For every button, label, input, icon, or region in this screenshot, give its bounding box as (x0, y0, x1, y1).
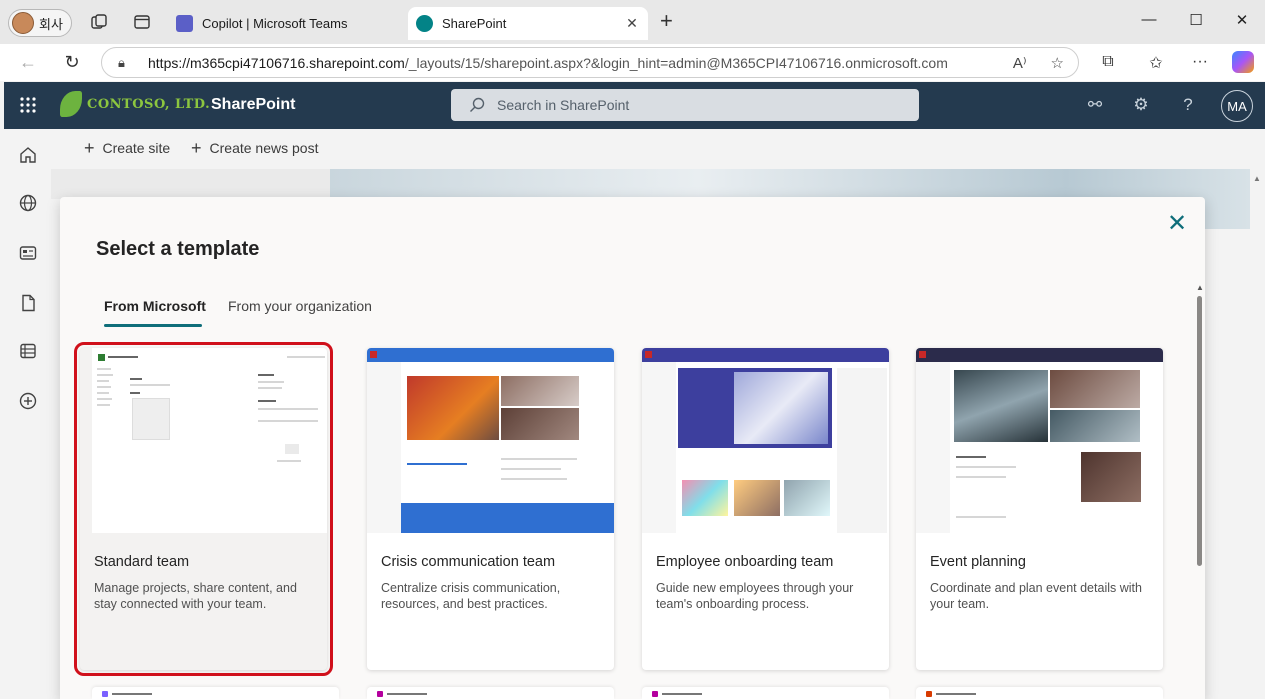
lock-icon: 🔒︎ (118, 54, 125, 70)
teams-icon (176, 15, 193, 32)
url-host: https://m365cpi47106716.sharepoint.com (148, 54, 405, 71)
app-name[interactable]: SharePoint (211, 96, 295, 114)
template-title: Crisis communication team (381, 554, 556, 570)
settings-gear-icon[interactable]: ⚙ (1130, 95, 1152, 115)
template-card-event-planning[interactable]: Event planning Coordinate and plan event… (916, 348, 1163, 670)
home-icon[interactable] (18, 145, 38, 165)
create-news-post-button[interactable]: + Create news post (191, 138, 319, 158)
copilot-connect-icon[interactable]: ⚯ (1084, 95, 1106, 115)
close-window-icon[interactable]: ✕ (1232, 11, 1252, 29)
tab-from-your-organization[interactable]: From your organization (228, 298, 372, 314)
app-launcher-icon[interactable] (19, 96, 37, 114)
dialog-scrollbar[interactable]: ▲ (1196, 283, 1204, 699)
profile-button[interactable]: 회사 (8, 9, 72, 37)
scroll-thumb[interactable] (1197, 296, 1202, 566)
new-tab-icon[interactable]: + (660, 10, 673, 32)
template-description: Centralize crisis communication, resourc… (381, 581, 561, 611)
scroll-up-icon[interactable]: ▲ (1253, 174, 1261, 183)
tab-sharepoint[interactable]: SharePoint ✕ (408, 7, 648, 40)
file-icon[interactable] (18, 293, 38, 313)
create-site-label: Create site (102, 140, 171, 156)
template-card-peek[interactable] (916, 687, 1163, 699)
template-preview (916, 348, 1163, 533)
selected-tab-indicator (104, 324, 202, 327)
close-dialog-icon[interactable]: ✕ (1165, 212, 1189, 236)
minimize-icon[interactable]: — (1139, 11, 1159, 28)
template-description: Coordinate and plan event details with y… (930, 581, 1142, 611)
help-icon[interactable]: ? (1177, 95, 1199, 115)
user-avatar[interactable]: MA (1221, 90, 1253, 122)
create-plus-icon[interactable] (18, 391, 38, 411)
template-title: Standard team (94, 554, 190, 570)
template-description: Guide new employees through your team's … (656, 581, 854, 611)
contoso-logo[interactable]: CONTOSO, LTD. (60, 91, 210, 117)
lists-icon[interactable] (18, 341, 38, 361)
brand-name: CONTOSO, LTD. (87, 96, 211, 112)
create-news-post-label: Create news post (209, 140, 319, 156)
create-site-button[interactable]: + Create site (84, 138, 171, 158)
template-card-crisis-communication-team[interactable]: Crisis communication team Centralize cri… (367, 348, 614, 670)
page-scrollbar[interactable]: ▲ (1250, 170, 1265, 699)
template-card-standard-team[interactable]: Standard team Manage projects, share con… (74, 342, 333, 676)
address-bar[interactable]: 🔒︎ https://m365cpi47106716.sharepoint.co… (101, 47, 1079, 78)
template-title: Employee onboarding team (656, 554, 834, 570)
select-template-dialog: Select a template ✕ From Microsoft From … (60, 197, 1205, 699)
more-menu-icon[interactable]: ··· (1190, 53, 1210, 71)
sharepoint-search-box[interactable]: Search in SharePoint (451, 89, 919, 121)
refresh-icon[interactable]: ↻ (61, 52, 83, 73)
favorites-icon[interactable]: ✩ (1146, 53, 1166, 73)
template-card-employee-onboarding-team[interactable]: Employee onboarding team Guide new emplo… (642, 348, 889, 670)
app-rail (4, 129, 51, 699)
tab-label: SharePoint (442, 16, 507, 31)
sharepoint-icon (416, 15, 433, 32)
template-title: Event planning (930, 554, 1026, 570)
extensions-icon[interactable]: ⧉ (1098, 53, 1118, 71)
command-bar: + Create site + Create news post (51, 129, 1265, 169)
suite-bar: CONTOSO, LTD. SharePoint Search in Share… (4, 82, 1265, 129)
browser-tab-strip: 회사 Copilot | Microsoft Teams SharePoint … (0, 0, 1265, 44)
leaf-logo-icon (60, 91, 82, 117)
tab-copilot-teams[interactable]: Copilot | Microsoft Teams (168, 7, 406, 40)
close-tab-icon[interactable]: ✕ (624, 15, 640, 32)
template-preview (642, 348, 889, 533)
tab-from-microsoft[interactable]: From Microsoft (104, 298, 206, 314)
favorite-star-icon[interactable]: ☆ (1051, 54, 1064, 72)
template-card-peek[interactable] (642, 687, 889, 699)
background-panel (51, 169, 330, 199)
back-icon[interactable]: ← (17, 52, 39, 73)
template-card-peek[interactable] (367, 687, 614, 699)
profile-label: 회사 (39, 16, 63, 32)
search-icon (470, 97, 485, 112)
plus-icon: + (84, 138, 95, 158)
url-path: /_layouts/15/sharepoint.aspx?&login_hint… (404, 54, 948, 71)
profile-avatar-icon (12, 12, 34, 34)
address-row: ← ↻ 🔒︎ https://m365cpi47106716.sharepoin… (0, 44, 1265, 81)
read-aloud-icon[interactable]: A⁾ (1013, 54, 1027, 72)
dialog-title: Select a template (96, 238, 260, 260)
template-preview (92, 348, 327, 533)
tab-actions-icon[interactable] (133, 13, 151, 31)
globe-icon[interactable] (18, 193, 38, 213)
scroll-up-icon[interactable]: ▲ (1196, 283, 1204, 292)
template-preview (367, 348, 614, 533)
copilot-icon[interactable] (1232, 51, 1254, 73)
plus-icon: + (191, 138, 202, 158)
maximize-icon[interactable]: ☐ (1186, 11, 1206, 29)
news-icon[interactable] (18, 243, 38, 263)
template-description: Manage projects, share content, and stay… (94, 581, 297, 611)
template-card-peek[interactable] (92, 687, 339, 699)
workspaces-icon[interactable] (90, 13, 108, 31)
tab-label: Copilot | Microsoft Teams (202, 16, 348, 31)
search-placeholder: Search in SharePoint (497, 97, 630, 113)
